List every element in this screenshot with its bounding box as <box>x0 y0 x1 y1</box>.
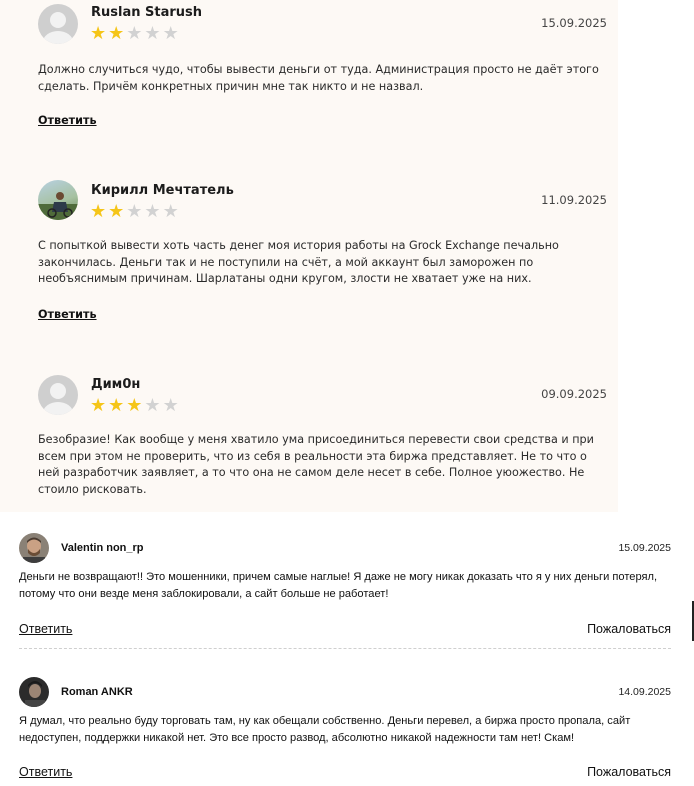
review-date: 11.09.2025 <box>541 193 607 207</box>
report-link[interactable]: Пожаловаться <box>587 765 671 779</box>
review-author: Roman ANKR <box>61 686 133 698</box>
review-text: Должно случиться чудо, чтобы вывести ден… <box>38 63 599 93</box>
reply-link[interactable]: Ответить <box>19 622 72 636</box>
star-filled-icon: ★ <box>126 395 145 416</box>
review-text: Я думал, что реально буду торговать там,… <box>19 715 631 744</box>
reply-link[interactable]: Ответить <box>38 308 97 321</box>
avatar-photo <box>38 180 78 220</box>
star-empty-icon: ★ <box>126 23 145 44</box>
star-filled-icon: ★ <box>90 201 109 222</box>
rating-stars: ★★★★★ <box>90 25 181 43</box>
star-empty-icon: ★ <box>126 201 145 222</box>
avatar-placeholder <box>38 375 78 415</box>
star-empty-icon: ★ <box>144 201 163 222</box>
review-date: 15.09.2025 <box>541 16 607 30</box>
avatar-placeholder <box>38 4 78 44</box>
report-link[interactable]: Пожаловаться <box>587 622 671 636</box>
star-filled-icon: ★ <box>90 23 109 44</box>
review-date: 14.09.2025 <box>618 686 671 698</box>
review-date: 15.09.2025 <box>618 542 671 554</box>
review-author: Ruslan Starush <box>91 5 203 20</box>
review-author: Кирилл Мечтатель <box>91 183 234 198</box>
avatar-photo <box>19 533 49 563</box>
review-date: 09.09.2025 <box>541 387 607 401</box>
star-empty-icon: ★ <box>162 395 181 416</box>
review-text: С попыткой вывести хоть часть денег моя … <box>38 239 559 285</box>
star-empty-icon: ★ <box>162 23 181 44</box>
review-author: Valentin non_rp <box>61 542 144 554</box>
star-empty-icon: ★ <box>144 23 163 44</box>
star-empty-icon: ★ <box>162 201 181 222</box>
reply-link[interactable]: Ответить <box>38 114 97 127</box>
star-filled-icon: ★ <box>108 395 127 416</box>
rating-stars: ★★★★★ <box>90 203 181 221</box>
star-filled-icon: ★ <box>90 395 109 416</box>
star-empty-icon: ★ <box>144 395 163 416</box>
review-text: Безобразие! Как вообще у меня хватило ум… <box>38 433 594 496</box>
avatar-photo <box>19 677 49 707</box>
star-filled-icon: ★ <box>108 23 127 44</box>
divider <box>19 648 671 649</box>
rating-stars: ★★★★★ <box>90 397 181 415</box>
review-text: Деньги не возвращают!! Это мошенники, пр… <box>19 571 658 600</box>
reply-link[interactable]: Ответить <box>19 765 72 779</box>
star-filled-icon: ★ <box>108 201 127 222</box>
review-author: Дим0н <box>91 377 141 392</box>
